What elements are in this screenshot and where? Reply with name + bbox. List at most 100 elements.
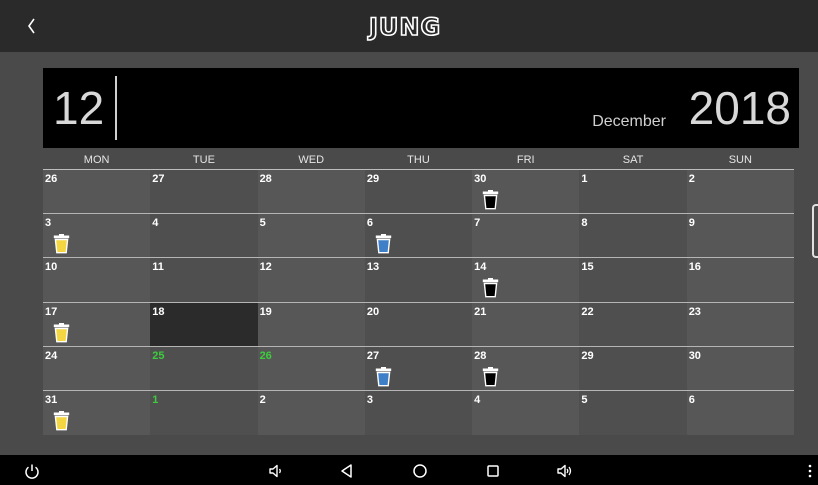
day-cell[interactable]: 25 [150,346,258,390]
power-icon[interactable] [22,461,42,481]
day-cell[interactable]: 11 [150,258,258,302]
volume-down-icon[interactable] [266,461,286,481]
day-number: 3 [45,217,52,230]
day-number: 4 [152,217,159,230]
day-cell[interactable]: 27 [364,346,473,390]
day-cell[interactable]: 2 [257,390,365,436]
day-cell[interactable]: 31 [43,390,151,436]
back-triangle-icon[interactable] [337,461,357,481]
weekday-tue: TUE [192,154,215,166]
day-number: 30 [474,173,487,185]
trash-bin-blue-icon [375,366,392,387]
day-number: 1 [581,173,588,185]
day-cell[interactable]: 29 [579,346,687,390]
day-number: 28 [259,173,272,185]
day-number: 19 [259,305,272,318]
day-cell[interactable]: 6 [364,214,473,258]
selected-day: 12 [53,82,105,134]
day-number: 26 [45,173,58,185]
weekday-wed: WED [298,154,325,166]
week-row: 17 18 19 20 21 22 23 [43,302,794,347]
more-vert-icon[interactable] [800,461,818,481]
day-number: 27 [366,349,380,362]
weekday-thu: THU [407,154,430,166]
day-cell[interactable]: 1 [150,390,258,436]
day-cell[interactable]: 30 [686,346,794,390]
calendar-grid: 26 27 28 29 30 1 2 3 4 5 6 7 8 9 10 11 12 13 14 15 16 17 18 19 2… [43,170,794,436]
day-number: 2 [259,393,266,406]
day-number: 26 [259,349,272,362]
day-number: 6 [366,217,373,230]
day-number: 16 [688,261,701,274]
day-cell[interactable]: 2 [686,170,794,214]
day-number: 28 [474,349,487,362]
day-cell[interactable]: 16 [686,258,794,302]
day-number: 13 [366,261,380,274]
week-row: 26 27 28 29 30 1 2 [43,170,794,215]
day-cell[interactable]: 22 [579,302,687,346]
day-number: 5 [581,393,588,406]
edge-drag-handle[interactable] [812,204,818,258]
top-bar: JUNG [0,0,818,52]
day-cell[interactable]: 1 [579,170,687,214]
day-cell[interactable]: 8 [579,214,687,258]
day-cell[interactable]: 21 [472,302,580,346]
home-circle-icon[interactable] [410,461,430,481]
day-number: 20 [366,305,380,318]
day-cell[interactable]: 13 [364,258,473,302]
day-cell[interactable]: 17 [43,302,151,346]
day-cell[interactable]: 24 [43,346,151,390]
day-number: 11 [152,261,164,274]
day-cell[interactable]: 26 [257,346,365,390]
day-cell[interactable]: 7 [472,214,580,258]
day-cell[interactable]: 14 [472,258,580,302]
day-cell[interactable]: 3 [43,214,151,258]
day-cell[interactable]: 19 [257,302,365,346]
text-cursor [115,76,117,140]
day-cell[interactable]: 20 [364,302,473,346]
day-number: 8 [581,217,588,230]
recents-square-icon[interactable] [483,461,503,481]
day-number: 2 [688,173,695,185]
day-cell[interactable]: 30 [472,170,580,214]
weekday-mon: MON [83,154,110,166]
year-label: 2018 [688,82,791,134]
week-row: 24 25 26 27 28 29 30 [43,346,794,391]
day-number: 24 [45,349,58,362]
day-number: 18 [152,305,165,318]
day-number: 10 [45,261,58,274]
day-cell[interactable]: 3 [364,390,473,436]
day-cell[interactable]: 10 [43,258,151,302]
day-number: 31 [45,393,58,406]
day-cell[interactable]: 5 [579,390,687,436]
date-header: 12 December 2018 [43,68,799,148]
day-cell-today[interactable]: 18 [150,302,258,346]
day-cell[interactable]: 23 [686,302,794,346]
day-cell[interactable]: 26 [43,170,151,214]
day-number: 27 [152,173,165,185]
day-cell[interactable]: 29 [364,170,473,214]
jung-logo: JUNG [368,12,442,42]
day-number: 14 [474,261,487,274]
volume-up-icon[interactable] [555,461,575,481]
day-cell[interactable]: 9 [686,214,794,258]
day-cell[interactable]: 28 [257,170,365,214]
day-cell[interactable]: 4 [472,390,580,436]
back-chevron-icon[interactable] [22,14,42,38]
day-cell[interactable]: 6 [686,390,794,436]
day-cell[interactable]: 28 [472,346,580,390]
logo-text: JUNG [368,12,442,42]
day-number: 25 [152,349,165,362]
day-number: 3 [366,393,373,406]
day-cell[interactable]: 12 [257,258,365,302]
day-cell[interactable]: 15 [579,258,687,302]
weekday-sat: SAT [622,154,644,166]
trash-bin-yellow-icon [53,410,70,431]
day-cell[interactable]: 27 [150,170,258,214]
day-number: 30 [688,349,701,362]
weekday-fri: FRI [516,154,535,166]
system-nav-bar [0,455,818,485]
day-cell[interactable]: 5 [257,214,365,258]
day-number: 9 [688,217,695,230]
day-cell[interactable]: 4 [150,214,258,258]
